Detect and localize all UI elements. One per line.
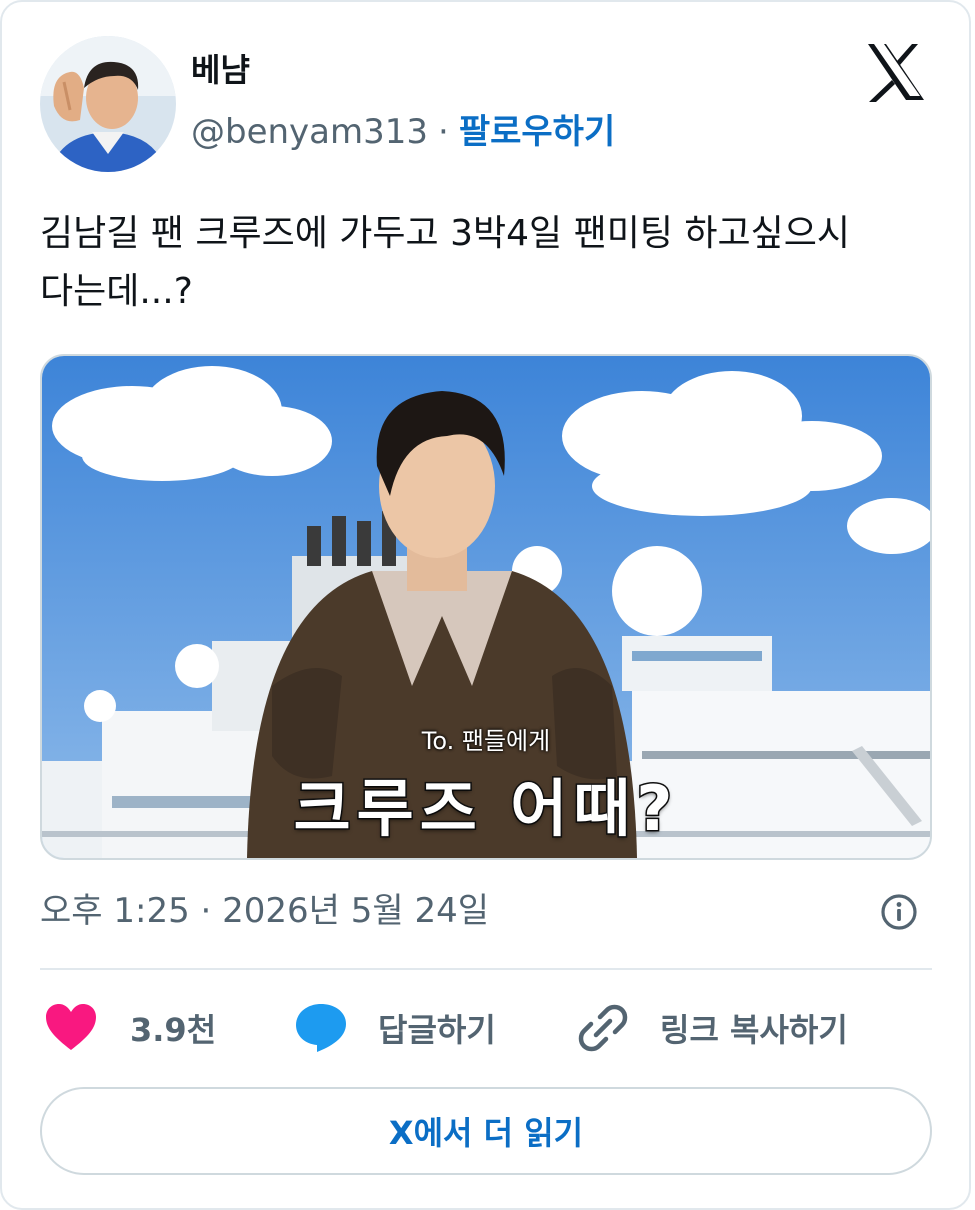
tweet-text-line-2: 다는데...? — [40, 271, 193, 312]
divider — [40, 968, 932, 970]
like-button[interactable]: 3.9천 — [44, 1002, 216, 1054]
user-avatar-icon — [40, 36, 176, 172]
author-display-name[interactable]: 베냠 — [191, 50, 250, 90]
separator-dot: · — [438, 112, 449, 152]
info-icon[interactable] — [880, 893, 918, 931]
reply-button[interactable]: 답글하기 — [294, 1002, 496, 1054]
author-handle[interactable]: @benyam313 — [191, 112, 428, 152]
reply-label: 답글하기 — [378, 1011, 496, 1049]
video-subtitle-big: 크루즈 어때? — [292, 771, 679, 847]
heart-icon — [46, 1004, 96, 1050]
author-avatar[interactable] — [40, 36, 176, 172]
copy-link-button[interactable]: 링크 복사하기 — [578, 1002, 848, 1054]
tweet-media-image[interactable]: To. 팬들에게 크루즈 어때? — [40, 354, 932, 860]
follow-button[interactable]: 팔로우하기 — [459, 112, 615, 152]
read-more-label: X에서 더 읽기 — [388, 1114, 584, 1152]
read-more-on-x-button[interactable]: X에서 더 읽기 — [40, 1087, 932, 1175]
tweet-text-line-1: 김남길 팬 크루즈에 가두고 3박4일 팬미팅 하고싶으시 — [40, 213, 850, 254]
x-logo-icon[interactable] — [864, 40, 928, 104]
reply-bubble-icon — [296, 1004, 346, 1052]
like-count: 3.9천 — [130, 1011, 217, 1049]
copy-link-label: 링크 복사하기 — [660, 1011, 848, 1049]
link-icon — [578, 1004, 628, 1052]
author-meta-row: @benyam313 · 팔로우하기 — [191, 110, 615, 154]
tweet-text: 김남길 팬 크루즈에 가두고 3박4일 팬미팅 하고싶으시 다는데...? — [40, 205, 920, 321]
tweet-timestamp[interactable]: 오후 1:25 · 2026년 5월 24일 — [40, 888, 489, 934]
video-subtitle-small: To. 팬들에게 — [421, 727, 551, 755]
tweet-embed-card: 베냠 @benyam313 · 팔로우하기 김남길 팬 크루즈에 가두고 3박4일 … — [0, 0, 971, 1210]
